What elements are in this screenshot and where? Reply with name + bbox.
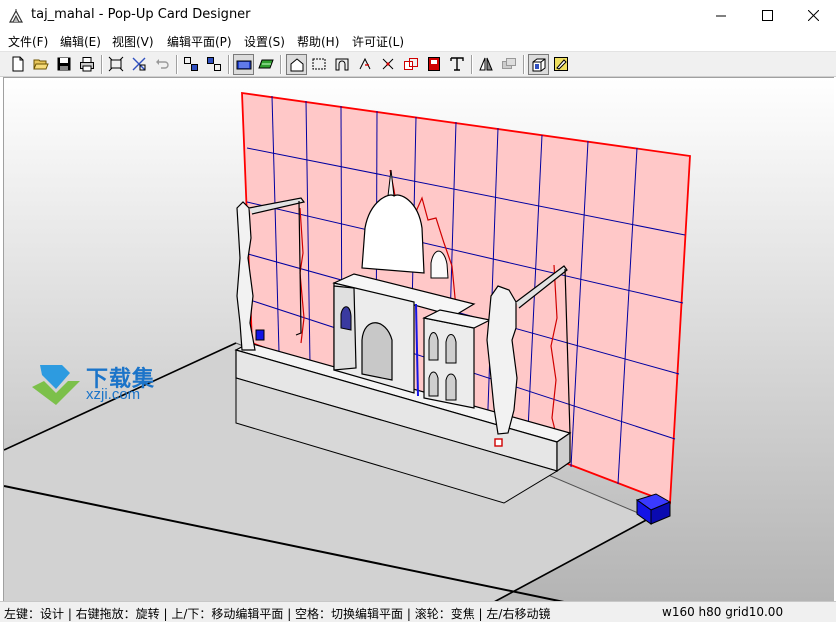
blue-view-icon <box>236 60 252 70</box>
menu-edit[interactable]: 编辑(E) <box>60 33 101 50</box>
watermark: 下载集 xzji.com <box>30 361 170 405</box>
watermark-url: xzji.com <box>86 386 141 403</box>
house-shape-icon <box>290 58 304 72</box>
close-button[interactable] <box>790 0 836 31</box>
maximize-button[interactable] <box>744 0 790 31</box>
3d-view-button[interactable] <box>528 54 549 75</box>
arch-button[interactable] <box>332 54 353 75</box>
text-tool-button[interactable] <box>447 54 468 75</box>
minimize-button[interactable] <box>698 0 744 31</box>
menu-bar: 文件(F) 编辑(E) 视图(V) 编辑平面(P) 设置(S) 帮助(H) 许可… <box>0 31 836 51</box>
undo-icon <box>156 59 169 69</box>
open-folder-icon <box>33 59 49 70</box>
house-shape-button[interactable] <box>286 54 307 75</box>
toolbar-separator <box>176 55 178 74</box>
red-squares-icon <box>404 58 418 70</box>
new-file-button[interactable] <box>8 54 29 75</box>
menu-file[interactable]: 文件(F) <box>8 33 48 50</box>
menu-help[interactable]: 帮助(H) <box>297 33 339 50</box>
yellow-pencil-icon <box>554 57 568 71</box>
save-disk-icon <box>57 57 71 71</box>
arrow-fold-button[interactable] <box>355 54 376 75</box>
central-arch <box>361 322 393 381</box>
layers-icon <box>502 58 516 69</box>
group-button[interactable] <box>181 54 202 75</box>
x-fold-icon <box>382 58 394 70</box>
print-button[interactable] <box>77 54 98 75</box>
group-icon <box>184 57 198 71</box>
status-hint: 左键：设计 | 右键拖放：旋转 | 上/下：移动编辑平面 | 空格：切换编辑平面… <box>4 607 551 621</box>
dashed-rect-icon <box>312 58 326 70</box>
pointer-cross-icon <box>132 57 146 71</box>
viewport-scene[interactable] <box>4 78 834 602</box>
arrow-fold-icon <box>359 57 371 70</box>
ungroup-icon <box>207 57 221 71</box>
fit-view-icon <box>108 56 124 72</box>
right-block-arch-3 <box>428 371 439 397</box>
menu-license[interactable]: 许可证(L) <box>352 33 404 50</box>
new-file-icon <box>12 56 24 72</box>
red-page-button[interactable] <box>424 54 445 75</box>
layers-button[interactable] <box>499 54 520 75</box>
save-file-button[interactable] <box>54 54 75 75</box>
undo-button[interactable] <box>152 54 173 75</box>
toolbar-separator <box>101 55 103 74</box>
toolbar <box>0 51 836 77</box>
status-bar: 左键：设计 | 右键拖放：旋转 | 上/下：移动编辑平面 | 空格：切换编辑平面… <box>0 601 836 622</box>
blue-view-button[interactable] <box>233 54 254 75</box>
text-t-icon <box>450 57 464 71</box>
left-wing-arch <box>340 306 352 331</box>
title-bar: taj_mahal - Pop-Up Card Designer <box>0 0 836 31</box>
dashed-rect-button[interactable] <box>309 54 330 75</box>
green-view-icon <box>258 59 274 69</box>
menu-settings[interactable]: 设置(S) <box>244 33 285 50</box>
red-squares-button[interactable] <box>401 54 422 75</box>
x-fold-button[interactable] <box>378 54 399 75</box>
3d-viewport[interactable]: 下载集 xzji.com <box>3 77 834 602</box>
status-dimensions: w160 h80 grid10.00 <box>662 605 784 619</box>
toolbar-separator <box>228 55 230 74</box>
fit-view-button[interactable] <box>106 54 127 75</box>
edit-pencil-button[interactable] <box>551 54 572 75</box>
open-file-button[interactable] <box>31 54 52 75</box>
menu-view[interactable]: 视图(V) <box>112 33 154 50</box>
minimize-icon <box>715 15 726 17</box>
cube-3d-icon <box>532 58 546 72</box>
red-page-icon <box>428 57 440 71</box>
window-title: taj_mahal - Pop-Up Card Designer <box>31 7 251 22</box>
print-icon <box>80 57 94 72</box>
toolbar-separator <box>471 55 473 74</box>
maximize-icon <box>761 10 773 21</box>
mirror-button[interactable] <box>476 54 497 75</box>
toolbar-separator <box>523 55 525 74</box>
menu-edit-plane[interactable]: 编辑平面(P) <box>167 33 232 50</box>
green-view-button[interactable] <box>256 54 277 75</box>
left-tower-handle <box>255 329 265 341</box>
pointer-tool-button[interactable] <box>129 54 150 75</box>
triangle-mirror-icon <box>479 57 493 71</box>
fold-marker <box>494 438 503 447</box>
toolbar-separator <box>280 55 282 74</box>
ungroup-button[interactable] <box>204 54 225 75</box>
right-block-arch-1 <box>428 332 439 361</box>
arch-icon <box>335 58 349 71</box>
right-block-arch-4 <box>445 373 457 401</box>
download-arrow-icon <box>32 365 80 405</box>
app-card-icon <box>8 9 24 23</box>
close-icon <box>807 10 819 21</box>
right-block-arch-2 <box>445 334 457 364</box>
